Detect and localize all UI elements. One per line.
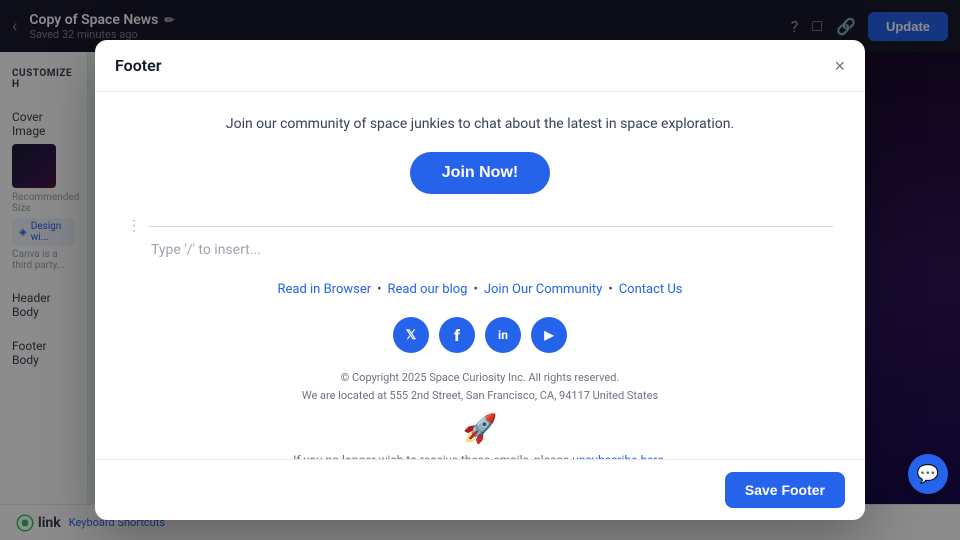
youtube-icon[interactable]: ▶ <box>531 317 567 353</box>
save-footer-button[interactable]: Save Footer <box>725 472 845 508</box>
copyright-line-1: © Copyright 2025 Space Curiosity Inc. Al… <box>127 369 833 387</box>
modal-close-button[interactable]: × <box>834 57 845 75</box>
type-insert-area[interactable]: Type '/' to insert... <box>127 242 833 258</box>
social-icons-row: 𝕏 f in ▶ <box>127 317 833 353</box>
divider-row: ⋮ <box>127 218 833 234</box>
modal-overlay: Footer × Join our community of space jun… <box>0 0 960 540</box>
modal-footer: Save Footer <box>95 459 865 520</box>
copyright-text: © Copyright 2025 Space Curiosity Inc. Al… <box>127 369 833 404</box>
contact-us-link[interactable]: Contact Us <box>619 282 683 297</box>
read-in-browser-link[interactable]: Read in Browser <box>277 282 371 297</box>
facebook-icon[interactable]: f <box>439 317 475 353</box>
footer-preview: Join our community of space junkies to c… <box>95 92 865 459</box>
type-insert-placeholder: Type '/' to insert... <box>151 242 261 258</box>
modal-header: Footer × <box>95 40 865 92</box>
copyright-line-2: We are located at 555 2nd Street, San Fr… <box>127 387 833 405</box>
footer-modal: Footer × Join our community of space jun… <box>95 40 865 520</box>
rocket-icon: 🚀 <box>127 412 833 445</box>
footer-links: Read in Browser • Read our blog • Join O… <box>127 282 833 297</box>
divider-line <box>149 226 833 227</box>
read-our-blog-link[interactable]: Read our blog <box>388 282 468 297</box>
linkedin-icon[interactable]: in <box>485 317 521 353</box>
dot-separator-2: • <box>473 282 477 297</box>
divider-handle-icon[interactable]: ⋮ <box>127 218 141 234</box>
twitter-icon[interactable]: 𝕏 <box>393 317 429 353</box>
modal-title: Footer <box>115 56 161 75</box>
dot-separator-3: • <box>608 282 612 297</box>
footer-description: Join our community of space junkies to c… <box>127 116 833 132</box>
join-community-link[interactable]: Join Our Community <box>484 282 602 297</box>
chat-bubble[interactable]: 💬 <box>908 454 948 494</box>
dot-separator-1: • <box>377 282 381 297</box>
join-now-button[interactable]: Join Now! <box>410 152 550 194</box>
modal-body: Join our community of space junkies to c… <box>95 92 865 459</box>
